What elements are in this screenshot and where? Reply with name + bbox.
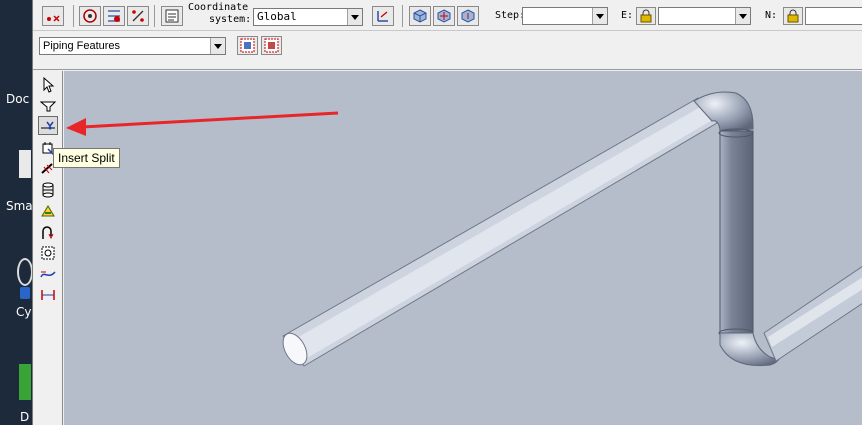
annotation-arrow	[66, 111, 339, 136]
annotation-arrow-line	[81, 111, 339, 129]
tooltip: Insert Split	[53, 148, 120, 168]
arrowhead-icon	[66, 118, 86, 136]
